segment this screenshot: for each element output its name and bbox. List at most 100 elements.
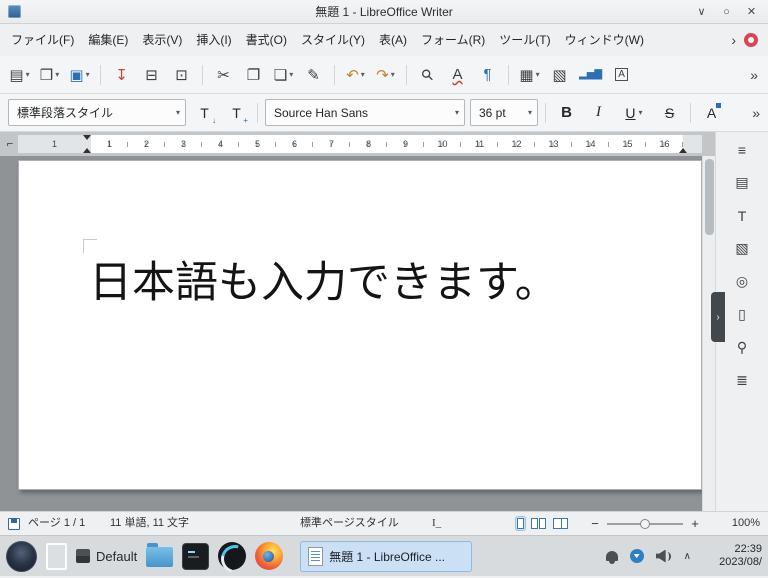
superscript-button[interactable]: A (698, 99, 725, 126)
toolbar-button-glyph: ↷ (376, 66, 389, 84)
print-button[interactable]: ⊟ (138, 61, 165, 89)
ruler-band[interactable]: 1 2 3 4 5 6 7 8 9 10 11 12 13 14 15 16 (18, 135, 702, 153)
book-view-button[interactable] (552, 517, 569, 530)
selection-mode-status[interactable]: I_ (432, 512, 441, 535)
sidebar-tab-glyph: ≡ (737, 141, 747, 158)
tab-stop-selector[interactable]: ⌐ (3, 135, 17, 153)
zoom-slider[interactable] (607, 518, 683, 529)
save-button[interactable]: ▣ ▾ (66, 61, 93, 89)
toolbar-button-glyph: ¶ (483, 66, 492, 83)
clock-widget[interactable]: 22:39 2023/08/ (700, 543, 762, 569)
find-replace-button[interactable]: ⚲ (414, 61, 441, 89)
save-status-icon[interactable] (8, 518, 20, 530)
insert-textbox-button[interactable]: A (608, 61, 635, 89)
sidebar-navigator-icon[interactable]: ◎ (725, 266, 759, 297)
zoom-in-button[interactable]: + (690, 516, 700, 531)
toolbar-button-glyph: A (452, 66, 463, 83)
menu-window[interactable]: ウィンドウ(W) (558, 24, 651, 56)
bold-button[interactable]: B (553, 99, 580, 126)
close-button[interactable]: ✕ (743, 3, 760, 20)
menu-insert[interactable]: 挿入(I) (189, 24, 238, 56)
document-page[interactable]: 日本語も入力できます。 (18, 160, 702, 490)
active-task-button[interactable]: 無題 1 - LibreOffice ... (300, 540, 473, 572)
undo-button[interactable]: ↶ ▾ (342, 61, 369, 89)
left-indent-marker[interactable] (83, 148, 91, 153)
page-number-status[interactable]: ページ 1 / 1 (28, 512, 85, 535)
scrollbar-thumb[interactable] (705, 159, 714, 235)
document-view[interactable]: 日本語も入力できます。 (0, 156, 702, 511)
app-launcher-button[interactable] (6, 540, 37, 572)
formatbar-overflow-button[interactable]: » (752, 105, 760, 121)
redo-button[interactable]: ↷ ▾ (372, 61, 399, 89)
strikethrough-button[interactable]: S (656, 99, 683, 126)
sidebar-accessibility-icon[interactable]: ≣ (725, 365, 759, 396)
sidebar-style-inspector-icon[interactable]: ⚲ (725, 332, 759, 363)
separator (690, 102, 691, 123)
terminal-icon[interactable] (182, 542, 210, 570)
copy-button[interactable]: ❐ (240, 61, 267, 89)
volume-icon[interactable] (656, 550, 672, 563)
italic-button[interactable]: I (585, 99, 612, 126)
zoom-level[interactable]: 100% (732, 512, 760, 535)
spelling-button[interactable]: A (444, 61, 471, 89)
sidebar-gallery-icon[interactable]: ▧ (725, 233, 759, 264)
chevron-down-icon: ▾ (454, 108, 459, 117)
sidebar-properties-icon[interactable]: ▤ (725, 167, 759, 198)
maximize-button[interactable]: ○ (718, 3, 735, 20)
toolbar-overflow-button[interactable]: » (746, 67, 762, 83)
minimize-button[interactable]: ∨ (693, 3, 710, 20)
menu-styles[interactable]: スタイル(Y) (294, 24, 372, 56)
underline-button[interactable]: U ▾ (617, 99, 651, 126)
sidebar-page-icon[interactable]: ▯ (725, 299, 759, 330)
menu-table[interactable]: 表(A) (372, 24, 414, 56)
insert-table-button[interactable]: ▦ ▾ (516, 61, 543, 89)
clone-formatting-button[interactable]: ✎ (300, 61, 327, 89)
sidebar-tab-glyph: ▤ (735, 174, 749, 190)
system-monitor-icon[interactable] (218, 542, 247, 570)
right-indent-marker[interactable] (679, 148, 687, 153)
sidebar-collapse-handle[interactable]: › (711, 292, 725, 342)
zoom-out-button[interactable]: − (590, 516, 600, 531)
sidebar-styles-icon[interactable]: T (725, 200, 759, 231)
notifications-icon[interactable] (605, 551, 618, 564)
page-style-status[interactable]: 標準ページスタイル (300, 512, 399, 535)
print-preview-button[interactable]: ⊡ (168, 61, 195, 89)
multi-page-view-button[interactable] (530, 517, 547, 530)
virtual-desktop-pager[interactable] (46, 542, 67, 570)
firefox-icon[interactable] (255, 542, 284, 570)
sidebar-settings-icon[interactable]: ≡ (725, 134, 759, 165)
update-style-button[interactable]: T ↓ (191, 99, 218, 126)
open-file-button[interactable]: ❒ ▾ (36, 61, 63, 89)
document-text[interactable]: 日本語も入力できます。 (89, 257, 558, 311)
word-count-status[interactable]: 11 単語, 11 文字 (110, 512, 189, 535)
paragraph-style-combo[interactable]: 標準段落スタイル ▾ (8, 99, 186, 126)
activity-widget[interactable]: Default (76, 549, 137, 564)
menubar-overflow-button[interactable]: › (725, 32, 742, 48)
formatting-marks-button[interactable]: ¶ (474, 61, 501, 89)
file-manager-icon[interactable] (146, 543, 174, 567)
software-updates-icon[interactable] (629, 549, 644, 563)
font-name-combo[interactable]: Source Han Sans ▾ (265, 99, 465, 126)
menu-edit[interactable]: 編集(E) (81, 24, 135, 56)
first-line-indent-marker[interactable] (83, 135, 91, 140)
font-size-combo[interactable]: 36 pt ▾ (470, 99, 538, 126)
single-page-view-button[interactable] (516, 517, 525, 530)
update-notification-icon[interactable] (744, 33, 758, 47)
expand-tray-icon[interactable]: ∧ (684, 551, 691, 562)
new-style-button[interactable]: T + (223, 99, 250, 126)
paste-button[interactable]: ❏ ▾ (270, 61, 297, 89)
insert-chart-button[interactable]: ▂▅▇ (576, 61, 605, 89)
menu-tools[interactable]: ツール(T) (492, 24, 557, 56)
cut-button[interactable]: ✂ (210, 61, 237, 89)
zoom-slider-handle[interactable] (640, 518, 650, 529)
export-pdf-button[interactable]: ↧ (108, 61, 135, 89)
menu-view[interactable]: 表示(V) (135, 24, 189, 56)
menu-form[interactable]: フォーム(R) (414, 24, 492, 56)
update-style-glyph: T (200, 104, 209, 121)
new-document-button[interactable]: ▤ ▾ (6, 61, 33, 89)
horizontal-ruler[interactable]: ⌐ 1 2 3 4 5 6 7 8 9 10 11 12 13 14 15 16 1 (0, 132, 715, 156)
menu-format[interactable]: 書式(O) (239, 24, 294, 56)
menu-file[interactable]: ファイル(F) (4, 24, 81, 56)
insert-image-button[interactable]: ▧ (546, 61, 573, 89)
window-menu-icon[interactable] (8, 5, 21, 18)
